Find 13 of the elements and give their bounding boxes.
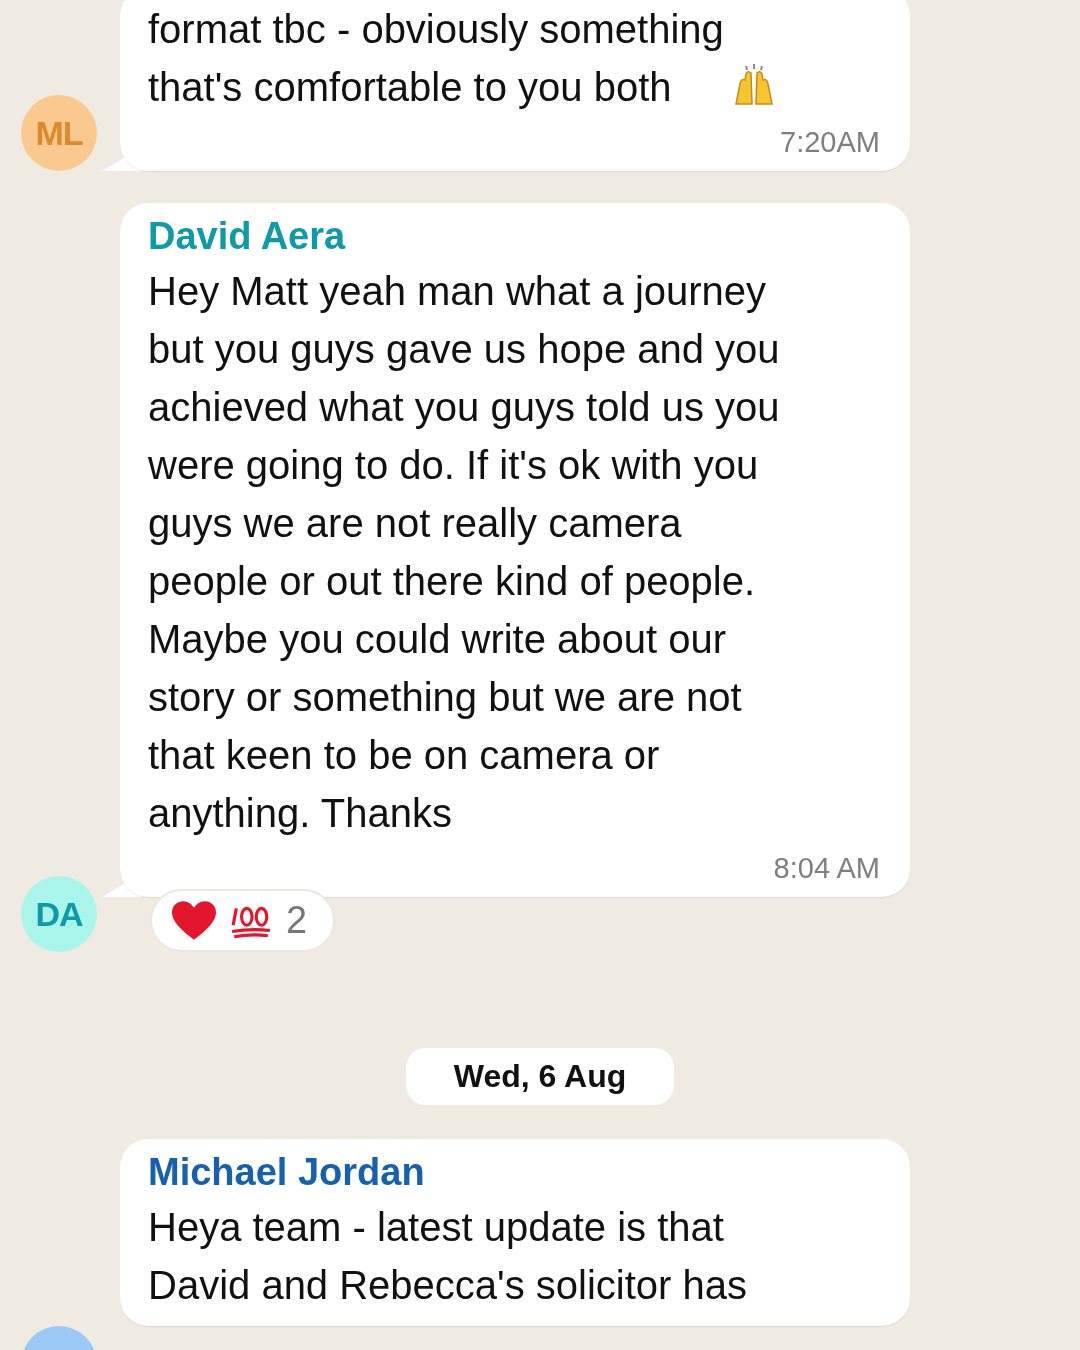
avatar[interactable]: ML (21, 95, 97, 171)
sender-name: Michael Jordan (148, 1151, 426, 1194)
reactions-pill[interactable]: 2 (150, 889, 336, 952)
sender-name: David Aera (148, 215, 347, 258)
date-chip: Wed, 6 Aug (405, 1048, 675, 1105)
avatar[interactable]: DA (21, 876, 97, 952)
message-time: 8:04 AM (772, 852, 880, 885)
reaction-count: 2 (286, 899, 308, 942)
message-time: 7:20AM (779, 126, 880, 159)
message-text: format tbc - obviously something that's comfortable to you both (148, 6, 724, 111)
message-text: Hey Matt yeah man what a journey but you guys gave us hope and you achieved what you guys told us you were going to do. If it's ok with you guys we are not really camera people or out there kind of people. Maybe you could write about our story or something but we are not that keen to be on camera or anything. Thanks (148, 268, 780, 837)
heart-icon (172, 900, 216, 941)
message-text: Heya team - latest update is that David and Rebecca's solicitor has (148, 1204, 748, 1309)
